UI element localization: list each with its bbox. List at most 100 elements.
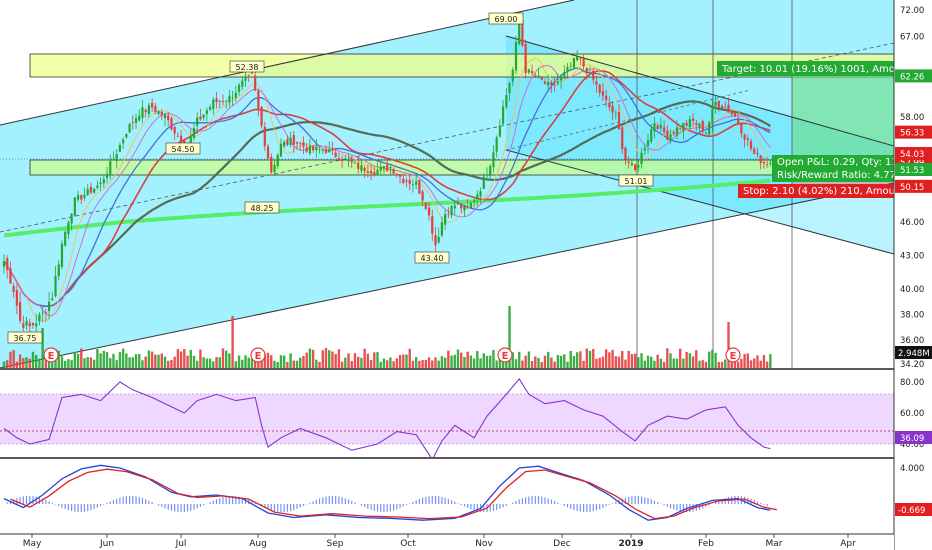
candle-body: [585, 68, 588, 74]
volume-bar: [150, 351, 154, 368]
candle-body: [611, 105, 614, 113]
earnings-marker-label: E: [730, 351, 737, 362]
candle-body: [576, 56, 579, 61]
time-axis-label: Mar: [766, 539, 783, 549]
volume-bar: [125, 353, 128, 368]
stop-label: Stop: 2.10 (4.02%) 210, Amount: [743, 186, 905, 197]
candle-body: [505, 95, 508, 108]
candle-body: [286, 139, 289, 145]
candle-body: [341, 159, 344, 162]
candle-body: [257, 90, 260, 109]
volume-bar: [743, 354, 746, 368]
rsi-axis-label: 80.00: [900, 378, 924, 388]
candle-body: [64, 231, 67, 246]
volume-bar: [224, 350, 228, 368]
volume-bar: [183, 349, 186, 368]
volume-bar: [617, 356, 621, 368]
volume-bar: [424, 359, 428, 368]
volume-bar: [724, 359, 727, 368]
candle-body: [492, 152, 495, 168]
volume-bar: [653, 360, 656, 368]
candle-body: [147, 105, 150, 115]
volume-bar: [769, 354, 772, 368]
price-axis-label: 43.00: [900, 252, 924, 262]
volume-bar: [102, 350, 106, 368]
volume-bar: [434, 357, 437, 368]
volume-bar: [266, 352, 270, 368]
candle-body: [411, 184, 415, 186]
volume-bar: [495, 360, 498, 368]
candle-body: [605, 95, 608, 101]
candle-body: [466, 206, 469, 208]
candle-body: [444, 214, 447, 225]
macd-pane[interactable]: [0, 459, 894, 534]
candle-body: [263, 127, 266, 147]
volume-bar: [128, 357, 131, 368]
candle-body: [530, 70, 534, 74]
candle-body: [675, 127, 679, 136]
volume-bar: [431, 360, 434, 368]
candle-body: [640, 152, 643, 165]
volume-bar: [469, 355, 473, 368]
candle-body: [25, 320, 28, 326]
time-axis-label: Sep: [327, 539, 344, 549]
candle-body: [424, 202, 427, 209]
volume-bar: [666, 348, 669, 368]
stock-chart[interactable]: 36.75 52.38 54.50 48.25 43.40 69.00 51.01 E E E E…: [0, 0, 932, 550]
volume-bar: [154, 354, 157, 368]
volume-bar: [614, 356, 617, 368]
volume-bar: [189, 349, 192, 368]
candle-body: [157, 111, 160, 115]
candle-body: [453, 205, 456, 209]
candle-body: [405, 180, 408, 182]
price-pane[interactable]: 36.75 52.38 54.50 48.25 43.40 69.00 51.01 E E E E…: [0, 0, 905, 368]
volume-bar: [76, 353, 80, 368]
candle-body: [434, 235, 437, 246]
candle-body: [131, 121, 134, 123]
volume-bar: [373, 352, 376, 368]
volume-bar: [376, 352, 379, 368]
candle-body: [118, 144, 122, 152]
rsi-pane[interactable]: [0, 377, 894, 460]
volume-bar: [679, 348, 682, 368]
volume-bar: [392, 361, 395, 368]
volume-bar: [588, 350, 592, 368]
volume-bar: [196, 360, 199, 368]
candle-body: [762, 161, 766, 164]
price-axis[interactable]: 34.2036.0038.0040.0043.0046.0050.1552.99…: [893, 0, 932, 550]
volume-bar: [299, 357, 302, 368]
candle-body: [76, 195, 80, 200]
volume-bar: [18, 354, 22, 368]
candle-body: [51, 298, 54, 301]
candle-body: [292, 135, 295, 145]
volume-bar: [559, 355, 563, 368]
candle-body: [421, 191, 424, 201]
candle-body: [653, 123, 656, 132]
candle-body: [463, 204, 466, 211]
volume-bar: [701, 360, 704, 368]
time-axis[interactable]: May Jun Jul Aug Sep Oct Nov Dec 2019 Feb Mar Apr: [0, 533, 894, 550]
time-axis-label: Jun: [99, 539, 114, 549]
volume-bar: [534, 356, 537, 368]
volume-bar: [324, 348, 328, 368]
volume-bar: [144, 356, 147, 368]
candle-body: [398, 173, 402, 177]
candle-body: [228, 95, 231, 103]
volume-bar: [337, 349, 341, 368]
volume-bar: [141, 360, 144, 368]
volume-bar: [134, 354, 138, 368]
volume-bar: [720, 361, 724, 368]
candle-body: [57, 264, 60, 277]
volume-bar: [70, 360, 73, 368]
volume-bar: [179, 351, 183, 368]
candle-body: [543, 81, 547, 84]
price-annotation-label: 52.38: [236, 63, 259, 72]
candle-body: [579, 58, 582, 60]
volume-bar: [163, 356, 167, 368]
volume-bar: [366, 353, 370, 368]
volume-bar: [347, 353, 350, 368]
price-axis-label: 46.00: [900, 218, 924, 228]
candle-body: [260, 106, 263, 126]
volume-bar: [437, 360, 440, 368]
volume-bar: [308, 348, 312, 368]
